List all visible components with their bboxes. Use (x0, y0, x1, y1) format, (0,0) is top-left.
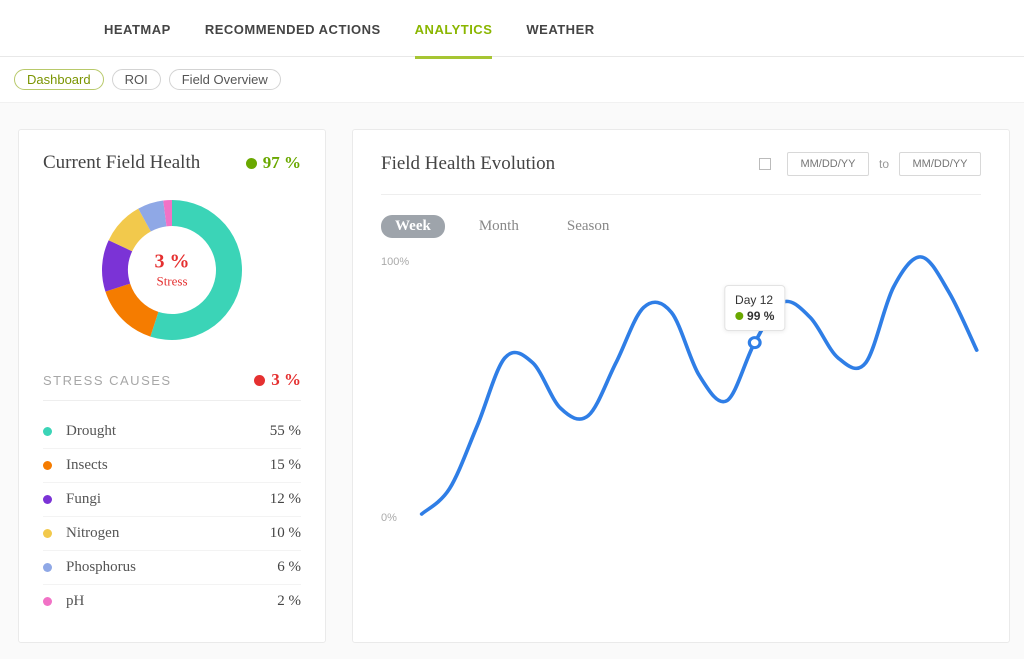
stress-causes-title: STRESS CAUSES (43, 373, 172, 388)
line-svg (381, 242, 981, 532)
sub-nav-chips: Dashboard ROI Field Overview (0, 57, 1024, 103)
stress-donut-chart: 3 % Stress (43, 190, 301, 350)
nav-tab-weather[interactable]: WEATHER (526, 8, 594, 57)
y-axis-tick-min: 0% (381, 512, 397, 524)
nav-tab-heatmap[interactable]: HEATMAP (104, 8, 171, 57)
date-range-picker: to (759, 152, 981, 176)
y-axis-tick-max: 100% (381, 256, 409, 268)
date-to-input[interactable] (899, 152, 981, 176)
evolution-line-chart: 100% 0% Day 12 99 % (381, 242, 981, 532)
range-pill-week[interactable]: Week (381, 215, 445, 238)
chip-dashboard[interactable]: Dashboard (14, 69, 104, 90)
cause-name: Fungi (66, 491, 270, 508)
stress-cause-list: Drought55 %Insects15 %Fungi12 %Nitrogen1… (43, 415, 301, 618)
cause-color-dot-icon (43, 529, 52, 538)
cause-color-dot-icon (43, 495, 52, 504)
field-health-percent: 97 % (246, 153, 301, 173)
cause-row: Phosphorus6 % (43, 550, 301, 584)
cause-name: Drought (66, 423, 270, 440)
cause-name: Nitrogen (66, 525, 270, 542)
cause-color-dot-icon (43, 461, 52, 470)
cause-value: 15 % (270, 457, 301, 474)
main-container: Current Field Health 97 % 3 % Stress STR… (0, 103, 1024, 659)
tooltip-dot-icon (735, 312, 743, 320)
cause-value: 55 % (270, 423, 301, 440)
current-field-health-card: Current Field Health 97 % 3 % Stress STR… (18, 129, 326, 643)
time-range-selector: Week Month Season (381, 215, 981, 238)
cause-color-dot-icon (43, 597, 52, 606)
cause-row: Nitrogen10 % (43, 516, 301, 550)
chip-field-overview[interactable]: Field Overview (169, 69, 281, 90)
cause-value: 2 % (277, 593, 301, 610)
cause-value: 6 % (277, 559, 301, 576)
chart-tooltip: Day 12 99 % (724, 285, 785, 331)
cause-row: Drought55 % (43, 415, 301, 448)
date-from-input[interactable] (787, 152, 869, 176)
status-dot-icon (254, 375, 265, 386)
cause-name: Insects (66, 457, 270, 474)
cause-row: pH2 % (43, 584, 301, 618)
cause-color-dot-icon (43, 427, 52, 436)
divider (43, 400, 301, 401)
to-label: to (879, 157, 889, 171)
range-pill-month[interactable]: Month (465, 215, 533, 238)
cause-row: Insects15 % (43, 448, 301, 482)
range-pill-season[interactable]: Season (553, 215, 624, 238)
cause-name: pH (66, 593, 277, 610)
stress-causes-percent: 3 % (254, 370, 301, 390)
cause-value: 12 % (270, 491, 301, 508)
cause-value: 10 % (270, 525, 301, 542)
nav-tab-analytics[interactable]: ANALYTICS (415, 8, 493, 57)
tooltip-value: 99 % (747, 309, 774, 323)
cause-row: Fungi12 % (43, 482, 301, 516)
cause-name: Phosphorus (66, 559, 277, 576)
tooltip-day: Day 12 (735, 292, 774, 308)
nav-tab-recommended-actions[interactable]: RECOMMENDED ACTIONS (205, 8, 381, 57)
field-health-evolution-card: Field Health Evolution to Week Month Seaso… (352, 129, 1010, 643)
donut-center-label: 3 % Stress (155, 251, 190, 290)
top-nav: HEATMAP RECOMMENDED ACTIONS ANALYTICS WEATH… (0, 0, 1024, 57)
evolution-title: Field Health Evolution (381, 153, 555, 175)
chip-roi[interactable]: ROI (112, 69, 161, 90)
field-health-title: Current Field Health (43, 152, 200, 174)
cause-color-dot-icon (43, 563, 52, 572)
compare-checkbox[interactable] (759, 158, 771, 170)
status-dot-icon (246, 158, 257, 169)
